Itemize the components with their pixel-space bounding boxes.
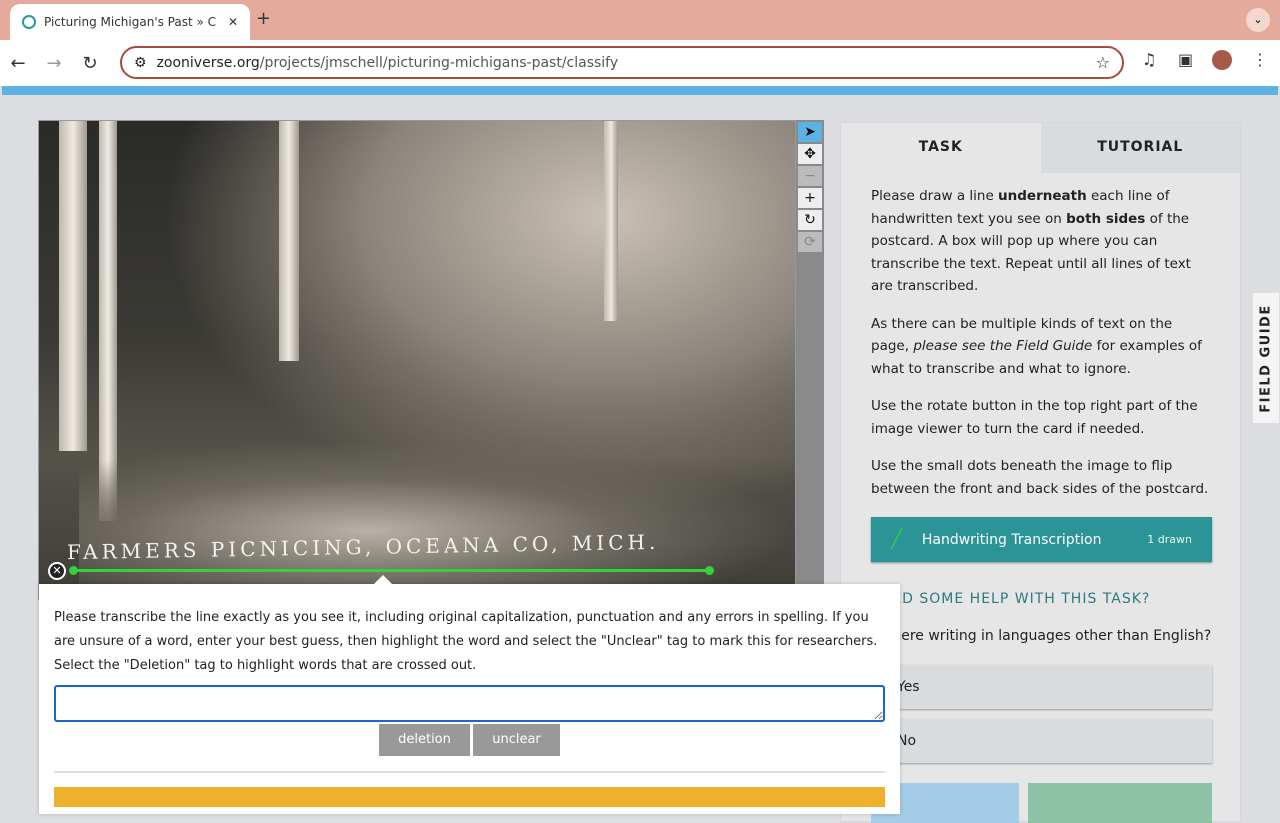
- tree: [604, 121, 618, 321]
- browser-menu-icon[interactable]: ⋮: [1252, 50, 1268, 69]
- field-guide-tab[interactable]: FIELD GUIDE: [1252, 292, 1280, 424]
- tab-search-button[interactable]: ⌄: [1246, 8, 1270, 32]
- browser-tab-bar: Picturing Michigan's Past » C ✕ + ⌄: [0, 0, 1280, 40]
- address-bar[interactable]: ⚙ zooniverse.org/projects/jmschell/pictu…: [120, 46, 1124, 79]
- media-control-icon[interactable]: ♫: [1142, 50, 1156, 69]
- rotate-icon[interactable]: ↻: [798, 210, 822, 230]
- popup-instructions: Please transcribe the line exactly as yo…: [54, 610, 878, 673]
- task-panel: TASK TUTORIAL Please draw a line underne…: [840, 122, 1241, 823]
- site-header-bar: [2, 86, 1278, 95]
- move-icon[interactable]: ✥: [798, 144, 822, 164]
- forward-icon[interactable]: →: [36, 53, 72, 74]
- url-path: /projects/jmschell/picturing-michigans-p…: [259, 54, 619, 71]
- transcription-popup: Please transcribe the line exactly as yo…: [39, 575, 900, 814]
- zoom-out-icon[interactable]: −: [798, 166, 822, 186]
- done-button[interactable]: [1028, 783, 1212, 823]
- zoom-in-icon[interactable]: +: [798, 188, 822, 208]
- handwriting-transcription-tool-button[interactable]: ╱ Handwriting Transcription 1 drawn: [871, 517, 1212, 562]
- back-icon[interactable]: ←: [0, 53, 36, 74]
- transcription-line-mark[interactable]: [73, 569, 711, 572]
- unclear-tag-button[interactable]: unclear: [473, 724, 560, 756]
- line-tool-icon: ╱: [891, 529, 902, 550]
- answer-no[interactable]: No: [871, 719, 1212, 763]
- popup-done-button[interactable]: [54, 787, 885, 807]
- viewer-toolbar: ➤ ✥ − + ↻ ⟳: [796, 120, 824, 600]
- browser-toolbar: ← → ↻ ⚙ zooniverse.org/projects/jmschell…: [0, 40, 1280, 86]
- url-host: zooniverse.org: [156, 54, 260, 71]
- site-settings-icon[interactable]: ⚙: [134, 55, 147, 71]
- browser-tab[interactable]: Picturing Michigan's Past » C ✕: [10, 4, 250, 40]
- help-link[interactable]: NEED SOME HELP WITH THIS TASK?: [871, 591, 1150, 607]
- tree: [279, 121, 299, 361]
- bookmark-star-icon[interactable]: ☆: [1096, 53, 1110, 72]
- reload-icon[interactable]: ↻: [72, 53, 108, 74]
- picnic-crowd: [79, 441, 795, 599]
- delete-mark-icon[interactable]: ✕: [48, 562, 66, 580]
- zooniverse-favicon-icon: [22, 15, 36, 29]
- tree: [59, 121, 87, 451]
- question-text: Is there writing in languages other than…: [871, 628, 1212, 644]
- tab-task[interactable]: TASK: [841, 123, 1041, 173]
- drawn-count: 1 drawn: [1147, 533, 1192, 546]
- deletion-tag-button[interactable]: deletion: [379, 724, 470, 756]
- tab-title: Picturing Michigan's Past » C: [44, 15, 217, 29]
- image-viewer[interactable]: FARMERS PICNICING, OCEANA CO, MICH. ✕: [38, 120, 796, 600]
- task-instructions: Please draw a line underneath each line …: [871, 188, 1209, 497]
- line-start-handle[interactable]: [69, 566, 78, 575]
- transcription-input[interactable]: [54, 685, 885, 722]
- close-tab-icon[interactable]: ✕: [228, 15, 238, 29]
- profile-avatar[interactable]: [1212, 50, 1232, 70]
- answer-yes[interactable]: Yes: [871, 665, 1212, 709]
- side-panel-icon[interactable]: ▣: [1178, 50, 1193, 69]
- reset-icon[interactable]: ⟳: [798, 232, 822, 252]
- divider: [54, 771, 885, 773]
- line-end-handle[interactable]: [705, 566, 714, 575]
- pointer-icon[interactable]: ➤: [798, 122, 822, 142]
- new-tab-button[interactable]: +: [256, 8, 271, 29]
- tool-label: Handwriting Transcription: [921, 531, 1102, 548]
- tab-tutorial[interactable]: TUTORIAL: [1040, 123, 1240, 173]
